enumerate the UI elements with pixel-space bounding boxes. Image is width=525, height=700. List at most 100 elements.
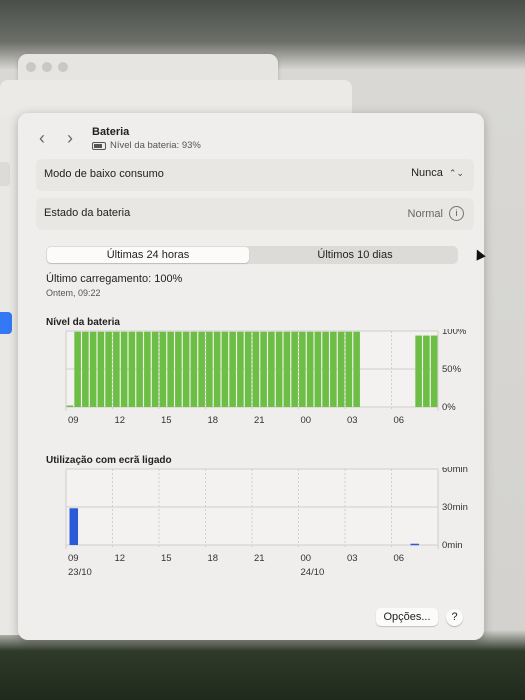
battery-health-row: Estado da bateria Normal i [36,198,474,230]
y-tick-label: 60min [442,467,468,475]
sidebar-item[interactable] [0,162,10,186]
x-tick-label: 21 [254,553,265,564]
bar [268,331,275,407]
bar [221,331,229,407]
chevron-updown-icon: ⌃⌄ [448,167,464,178]
bar [275,331,283,407]
bar [314,331,322,407]
x-tick-label: 12 [115,553,126,564]
battery-level-text: Nível da bateria: 93% [110,140,201,151]
y-tick-label: 0min [442,540,463,551]
x-tick-label: 06 [394,553,405,564]
zoom-icon[interactable] [58,62,68,72]
battery-health-value-group: Normal i [408,206,464,221]
low-power-row: Modo de baixo consumo Nunca ⌃⌄ [36,159,474,191]
bar [136,331,143,407]
bar [97,331,105,407]
bar [74,331,81,407]
bar [66,405,74,407]
bar [198,331,205,407]
bar [244,331,252,407]
battery-level-chart: 100% 50% 0% 09 12 15 18 21 00 03 06 [65,329,467,426]
minimize-icon[interactable] [42,62,52,72]
bar [206,331,213,407]
bar [322,331,329,407]
x-tick-label: 15 [161,415,172,426]
y-tick-label: 50% [442,364,462,375]
bar [330,331,337,407]
bar [423,335,430,407]
tab-last-10-days[interactable]: Últimos 10 dias [252,246,458,264]
tab-last-24-hours[interactable]: Últimas 24 horas [47,247,249,263]
bar [252,331,260,407]
time-range-segmented-control: Últimas 24 horas Últimos 10 dias [46,246,458,264]
screen-usage-chart: 60min 30min 0min 09 12 15 18 21 00 03 06 23/10 24/10 [65,467,468,578]
bar [182,331,190,407]
bar [120,331,128,407]
bar [167,331,174,407]
bar [159,331,167,407]
battery-settings-panel: ‹ › Bateria Nível da bateria: 93% Modo d… [18,113,484,640]
y-tick-label: 100% [442,329,467,337]
low-power-select[interactable]: Nunca ⌃⌄ [411,167,464,179]
y-tick-label: 0% [442,402,456,413]
x-tick-label: 03 [347,415,358,426]
battery-level-chart-title: Nível da bateria [46,317,120,328]
page-title: Bateria [92,126,130,138]
bar [144,331,151,407]
low-power-label: Modo de baixo consumo [44,168,164,180]
x-tick-label: 15 [161,553,172,564]
x-tick-label: 00 [301,415,312,426]
bar [190,331,198,407]
x-tick-label: 09 [68,553,79,564]
bar [213,331,221,407]
screen-usage-chart-title: Utilização com ecrã ligado [46,455,172,466]
bar [410,543,420,546]
bar [89,331,97,407]
bar [82,331,89,407]
y-tick-label: 30min [442,502,468,513]
bar [299,331,306,407]
last-charge-time: Ontem, 09:22 [46,288,101,298]
battery-level-status: Nível da bateria: 93% [92,140,201,151]
bar [260,331,267,407]
last-charge-text: Último carregamento: 100% [46,273,183,285]
close-icon[interactable] [26,62,36,72]
x-tick-label: 09 [68,415,79,426]
x-tick-label: 18 [208,415,219,426]
bar [175,331,182,407]
back-button[interactable]: ‹ [34,129,50,147]
charts-container: Nível da bateria 100% 50% 0% 09 12 15 18 21 00 03… [36,311,476,578]
bar [353,331,360,407]
bar [128,331,136,407]
bar [345,331,353,407]
x-tick-label: 21 [254,415,265,426]
bar [430,335,438,407]
forward-button[interactable]: › [62,129,78,147]
help-button[interactable]: ? [446,609,463,626]
battery-health-label: Estado da bateria [44,207,131,219]
options-button[interactable]: Opções... [376,608,438,626]
date-label: 24/10 [301,567,325,578]
x-tick-label: 18 [208,553,219,564]
date-label: 23/10 [68,567,92,578]
battery-health-value: Normal [407,207,443,220]
bar [337,331,345,407]
info-icon[interactable]: i [449,206,464,221]
bar [105,331,112,407]
bar [283,331,291,407]
low-power-value: Nunca [411,167,443,179]
bar [291,331,298,407]
x-tick-label: 06 [394,415,405,426]
bar [415,335,422,407]
bar [69,508,79,545]
bar [237,331,244,407]
x-tick-label: 12 [115,415,126,426]
bar [113,331,120,407]
x-tick-label: 00 [301,553,312,564]
battery-icon [92,141,106,150]
bar [151,331,159,407]
bar [306,331,314,407]
bar [229,331,236,407]
sidebar-selected-item[interactable] [0,312,12,334]
